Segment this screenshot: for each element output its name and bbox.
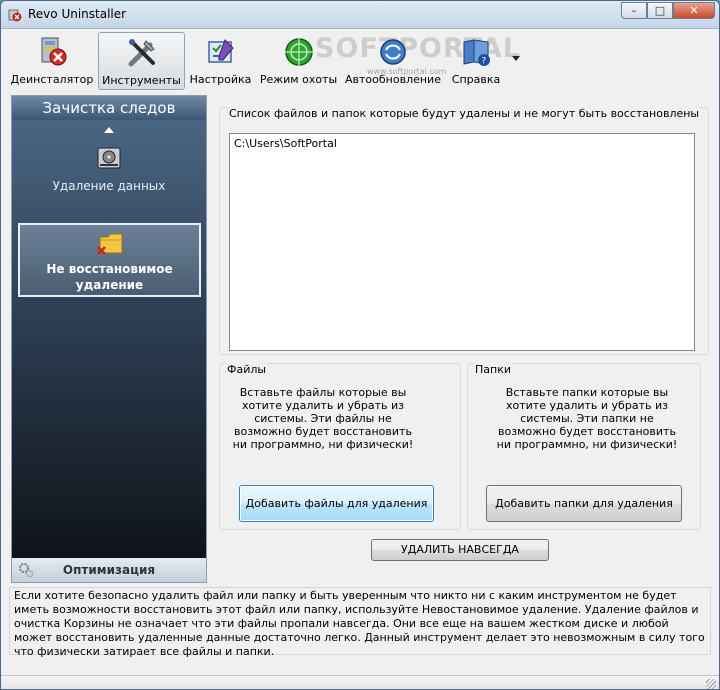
toolbar-settings-label: Настройка: [189, 73, 252, 86]
sidebar-optimization-section[interactable]: Оптимизация: [12, 558, 206, 582]
minimize-button[interactable]: –: [621, 2, 647, 19]
window-title: Revo Uninstaller: [28, 7, 127, 21]
toolbar-uninstaller-label: Деинсталятор: [10, 73, 94, 86]
app-window: Revo Uninstaller – □ ✕ SOFTPORTAL www.so…: [0, 0, 720, 690]
toolbar-autoupdate-label: Автообновление: [345, 73, 441, 86]
hunter-mode-icon: [284, 38, 313, 66]
revo-app-icon: [8, 9, 22, 22]
deletion-listbox[interactable]: C:\Users\SoftPortal: [229, 133, 695, 351]
toolbar-help-label: Справка: [451, 73, 501, 86]
help-icon: ?: [463, 39, 490, 67]
settings-icon: [207, 39, 234, 63]
toolbar-overflow-chevron-icon[interactable]: [512, 56, 520, 61]
add-folders-button[interactable]: Добавить папки для удаления: [486, 485, 682, 522]
sidebar-item-data-removal-label: Удаление данных: [52, 179, 166, 193]
toolbar-uninstaller-button[interactable]: Деинсталятор: [10, 32, 94, 90]
resize-grip-icon[interactable]: [706, 679, 716, 689]
toolbar-hunter-mode-button[interactable]: Режим охоты: [257, 32, 340, 90]
list-item[interactable]: C:\Users\SoftPortal: [234, 137, 337, 150]
files-group-legend: Файлы: [226, 363, 268, 376]
title-bar[interactable]: Revo Uninstaller – □ ✕: [1, 1, 719, 29]
scroll-up-arrow-icon[interactable]: [104, 127, 114, 133]
status-bar: [1, 675, 719, 689]
toolbar-tools-label: Инструменты: [102, 74, 181, 87]
sidebar-item-unrecoverable-delete[interactable]: Не восстановимое удаление: [18, 223, 201, 297]
tools-icon: [128, 39, 155, 67]
folders-group-legend: Папки: [474, 363, 512, 376]
toolbar-autoupdate-button[interactable]: Автообновление: [343, 32, 443, 90]
deletion-list-caption: Список файлов и папок которые будут удал…: [228, 107, 701, 120]
files-group-description: Вставьте файлы которые вы хотите удалить…: [232, 386, 414, 451]
folder-delete-icon: [97, 233, 123, 255]
deletion-list-group: Список файлов и папок которые будут удал…: [219, 107, 709, 355]
sidebar-header[interactable]: Зачистка следов: [12, 96, 206, 120]
uninstaller-icon: [41, 37, 67, 66]
toolbar-help-button[interactable]: ? Справка: [445, 32, 507, 90]
info-description: Если хотите безопасно удалить файл или п…: [9, 587, 711, 658]
main-toolbar: SOFTPORTAL www.softportal.com Деинсталят…: [7, 31, 713, 91]
sidebar: Зачистка следов Удаление данных Не восст…: [11, 95, 207, 583]
add-files-button[interactable]: Добавить файлы для удаления: [239, 485, 434, 522]
window-controls: – □ ✕: [621, 2, 715, 20]
delete-forever-button[interactable]: УДАЛИТЬ НАВСЕГДА: [371, 539, 549, 561]
close-button[interactable]: ✕: [673, 2, 715, 19]
sidebar-optimization-label: Оптимизация: [62, 563, 156, 577]
autoupdate-icon: [380, 39, 406, 65]
hard-drive-icon: [97, 147, 121, 169]
toolbar-settings-button[interactable]: Настройка: [188, 32, 253, 90]
toolbar-hunter-mode-label: Режим охоты: [259, 73, 338, 86]
sidebar-item-unrecoverable-delete-label: Не восстановимое удаление: [46, 262, 173, 292]
svg-text:?: ?: [482, 57, 487, 67]
folders-group-description: Вставьте папки которые вы хотите удалить…: [496, 386, 678, 451]
toolbar-tools-button[interactable]: Инструменты: [98, 32, 185, 90]
maximize-button[interactable]: □: [647, 2, 673, 19]
sidebar-item-data-removal[interactable]: Удаление данных: [12, 140, 206, 200]
